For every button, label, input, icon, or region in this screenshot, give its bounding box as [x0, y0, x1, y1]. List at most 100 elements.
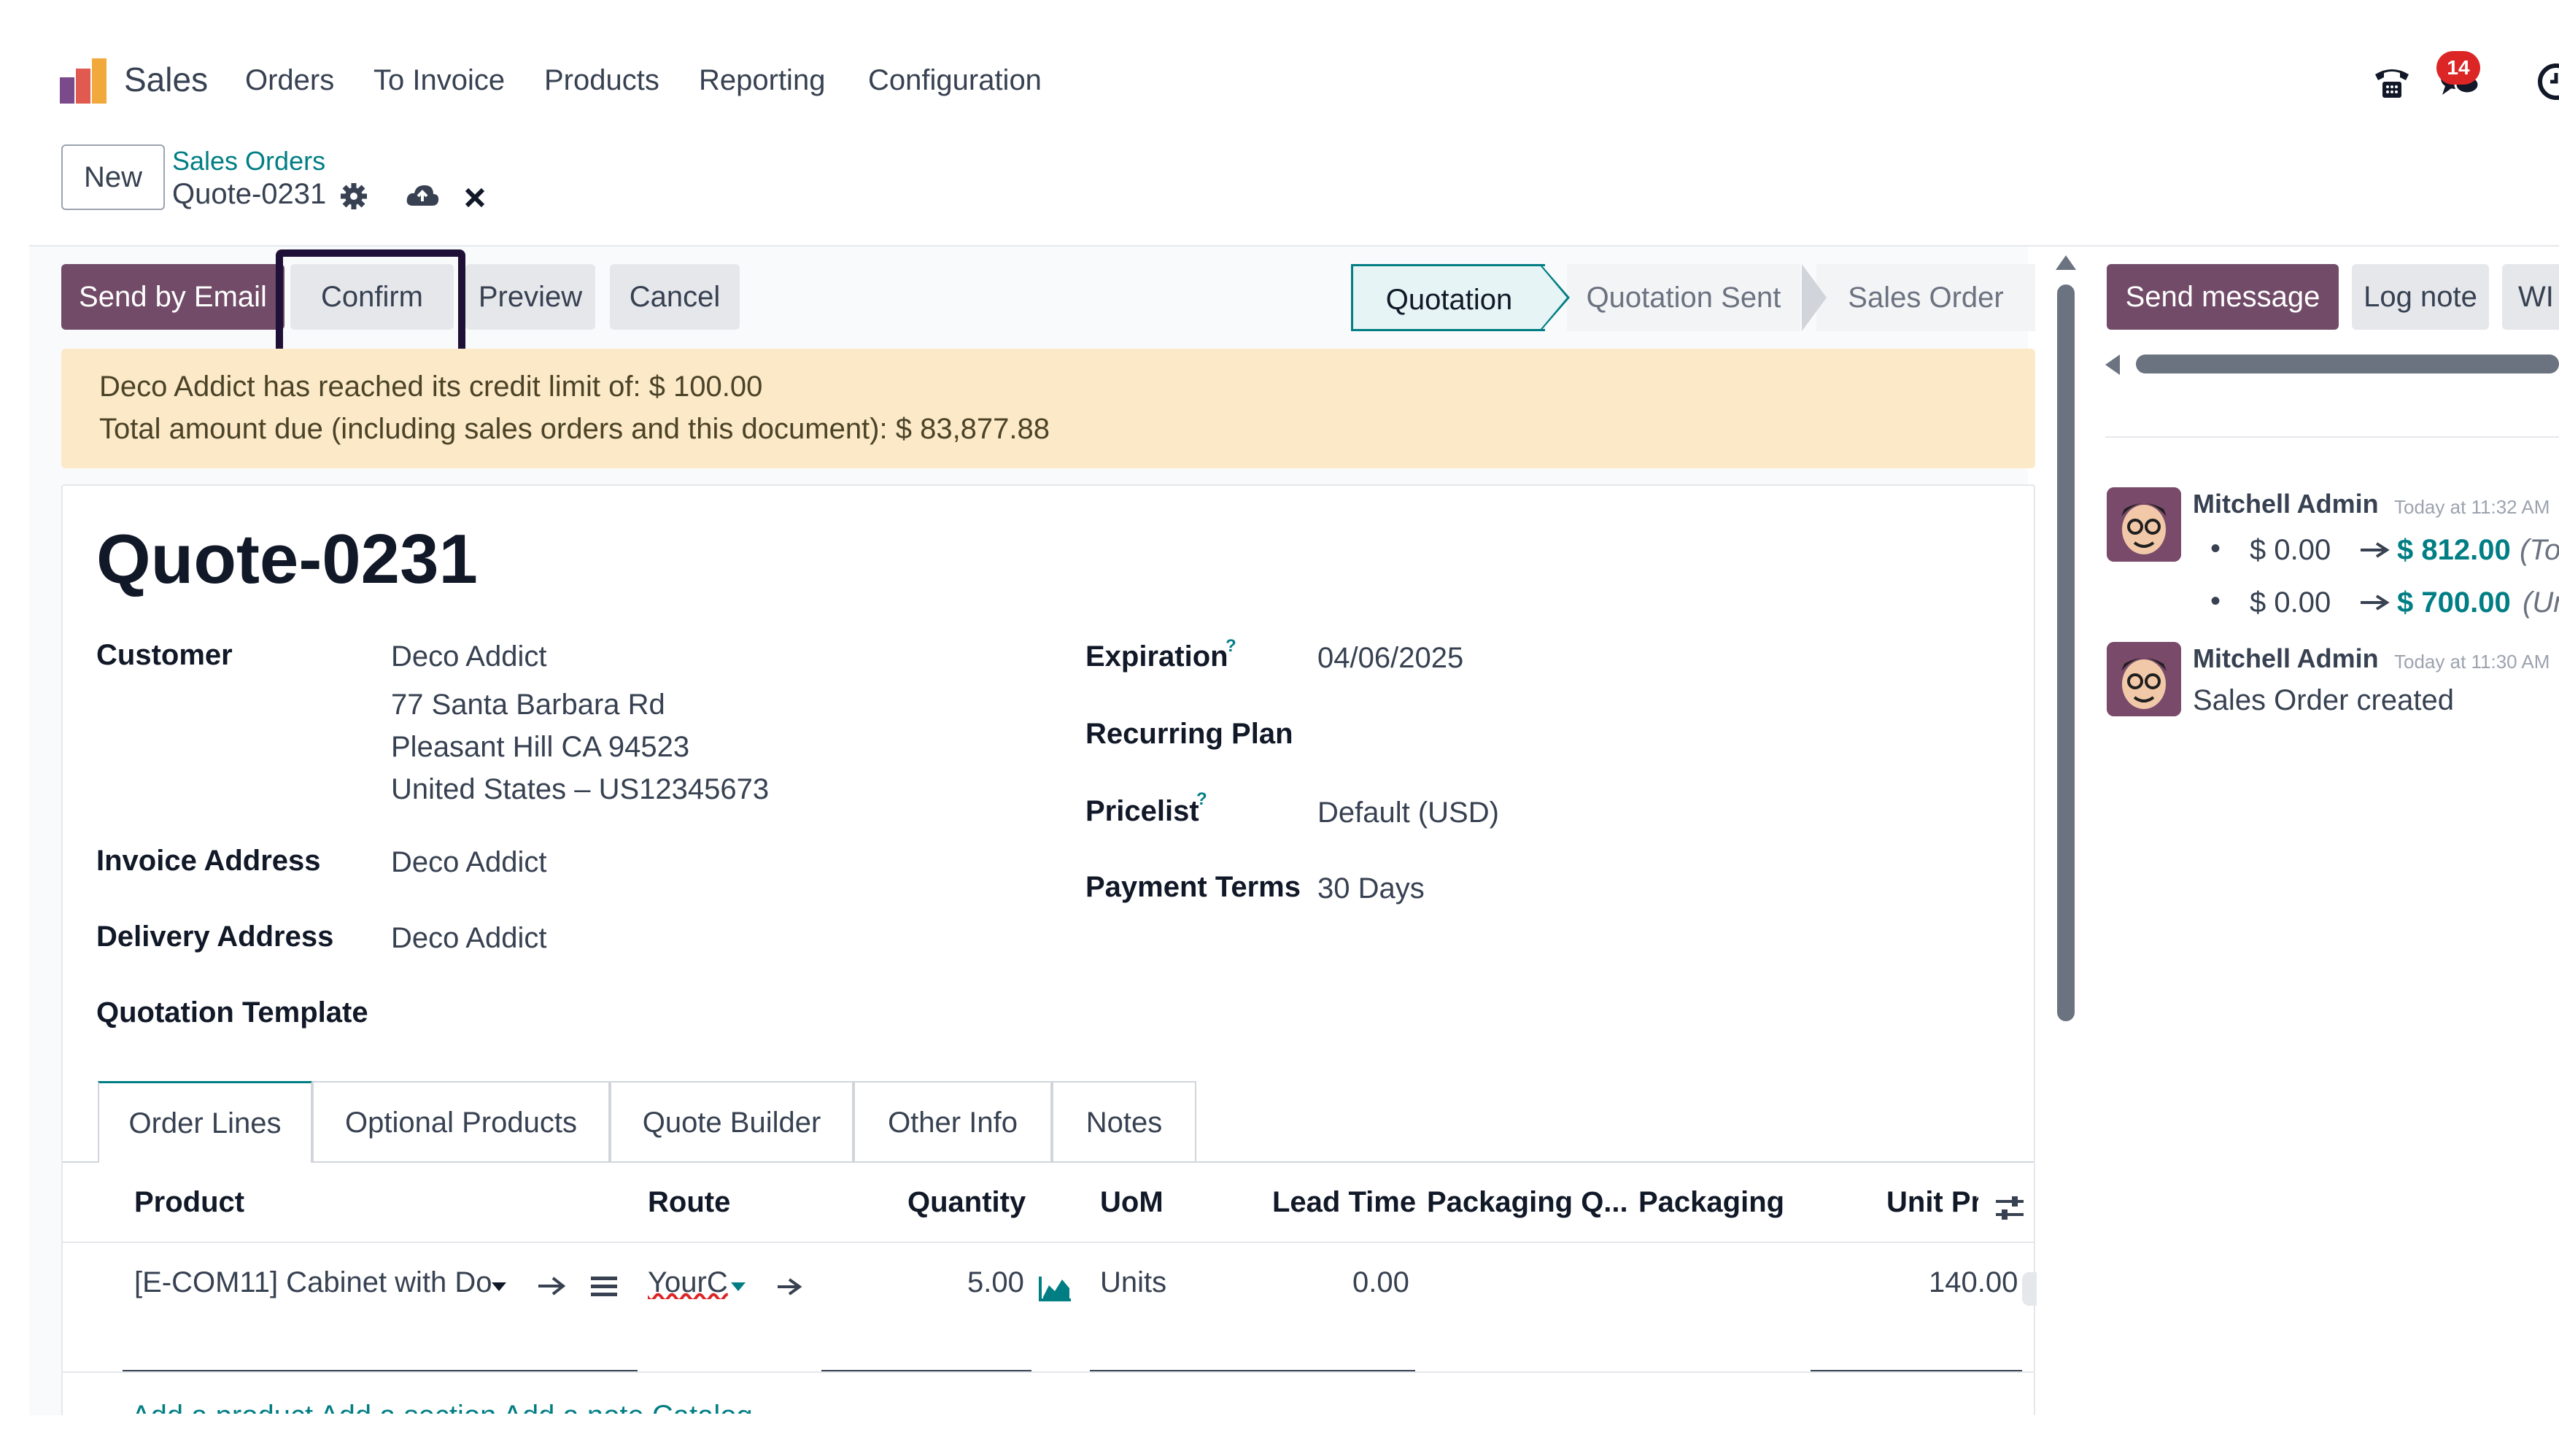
tab-optional-products[interactable]: Optional Products — [312, 1081, 610, 1161]
customer-field[interactable]: Deco Addict — [391, 640, 546, 673]
col-packaging-qty[interactable]: Packaging Q... — [1427, 1186, 1628, 1219]
tab-other-info[interactable]: Other Info — [853, 1081, 1052, 1161]
form-sheet — [61, 484, 2035, 1456]
product-configure-icon[interactable] — [591, 1275, 617, 1298]
product-open-arrow-icon[interactable] — [537, 1275, 566, 1297]
product-dropdown-icon[interactable] — [490, 1281, 508, 1293]
avatar-face-icon — [2107, 642, 2181, 716]
whatsapp-button[interactable]: WI — [2502, 264, 2559, 330]
pricelist-field[interactable]: Default (USD) — [1317, 797, 1499, 829]
status-quotation-sent[interactable]: Quotation Sent — [1567, 264, 1800, 331]
col-quantity[interactable]: Quantity — [907, 1186, 1026, 1219]
change-bullet: • — [2210, 585, 2221, 617]
product-cell[interactable]: [E-COM11] Cabinet with Do — [134, 1266, 503, 1299]
change-field-name: (Tota — [2520, 534, 2559, 566]
route-cell[interactable]: YourC — [648, 1266, 728, 1299]
change-bullet: • — [2210, 533, 2221, 565]
breadcrumb-sales-orders[interactable]: Sales Orders — [172, 146, 325, 177]
alert-line-2: Total amount due (including sales orders… — [99, 413, 1050, 445]
quotation-template-label: Quotation Template — [96, 996, 368, 1029]
message-time: Today at 11:32 AM — [2394, 496, 2550, 518]
alert-line-1: Deco Addict has reached its credit limit… — [99, 371, 763, 403]
menu-orders[interactable]: Orders — [245, 64, 334, 97]
route-dropdown-icon[interactable] — [729, 1281, 747, 1293]
col-route[interactable]: Route — [648, 1186, 730, 1219]
discard-icon[interactable] — [464, 187, 486, 209]
quantity-cell[interactable]: 5.00 — [967, 1266, 1024, 1299]
send-by-email-button[interactable]: Send by Email — [61, 264, 284, 330]
message-author[interactable]: Mitchell Admin — [2193, 643, 2379, 674]
tab-notes[interactable]: Notes — [1052, 1081, 1196, 1161]
recurring-plan-label: Recurring Plan — [1085, 718, 1293, 750]
uom-cell[interactable]: Units — [1100, 1266, 1166, 1299]
chatter-panel — [2092, 247, 2559, 1456]
status-sales-order[interactable]: Sales Order — [1816, 264, 2035, 331]
change-old-value: $ 0.00 — [2250, 534, 2331, 566]
table-row-divider — [63, 1371, 2034, 1373]
notification-badge: 14 — [2436, 51, 2480, 85]
col-packaging[interactable]: Packaging — [1638, 1186, 1784, 1219]
expiration-field[interactable]: 04/06/2025 — [1317, 642, 1463, 675]
menu-configuration[interactable]: Configuration — [868, 64, 1042, 97]
change-new-value: $ 700.00 — [2397, 586, 2511, 619]
tab-order-lines[interactable]: Order Lines — [98, 1081, 312, 1161]
avatar[interactable] — [2107, 487, 2181, 562]
app-name[interactable]: Sales — [124, 60, 208, 99]
menu-products[interactable]: Products — [544, 64, 659, 97]
avatar[interactable] — [2107, 642, 2181, 716]
page-title: Quote-0231 — [96, 520, 478, 598]
invoice-address-field[interactable]: Deco Addict — [391, 846, 546, 879]
column-settings-icon[interactable] — [1994, 1193, 2025, 1223]
change-old-value: $ 0.00 — [2250, 586, 2331, 619]
col-product[interactable]: Product — [134, 1186, 244, 1219]
vertical-scrollbar-thumb[interactable] — [2057, 284, 2075, 1021]
forecast-chart-icon[interactable] — [1039, 1275, 1072, 1301]
credit-limit-alert — [61, 349, 2035, 468]
col-lead-time[interactable]: Lead Time — [1272, 1186, 1416, 1219]
menu-reporting[interactable]: Reporting — [699, 64, 825, 97]
payment-terms-label: Payment Terms — [1085, 871, 1301, 903]
customer-label: Customer — [96, 639, 233, 671]
status-quotation[interactable]: Quotation — [1351, 264, 1545, 331]
row-discount-pill — [2022, 1272, 2037, 1306]
expiration-help[interactable]: ? — [1226, 636, 1236, 657]
gear-icon[interactable] — [340, 182, 368, 210]
chatter-divider — [2105, 436, 2559, 438]
chatter-scroll-left-arrow[interactable] — [2105, 355, 2120, 375]
cloud-save-icon[interactable] — [406, 182, 439, 209]
breadcrumb-current: Quote-0231 — [172, 178, 327, 210]
status-separator — [1802, 264, 1827, 331]
message-time: Today at 11:30 AM — [2394, 651, 2550, 673]
route-open-arrow-icon[interactable] — [776, 1277, 802, 1297]
add-line-links[interactable]: Add a product Add a section Add a note C… — [131, 1393, 753, 1414]
send-message-button[interactable]: Send message — [2107, 264, 2339, 330]
tab-quote-builder[interactable]: Quote Builder — [610, 1081, 853, 1161]
unit-price-cell[interactable]: 140.00 — [1929, 1266, 2018, 1299]
invoice-address-label: Invoice Address — [96, 845, 321, 877]
clock-icon[interactable] — [2534, 63, 2559, 101]
pricelist-help[interactable]: ? — [1196, 789, 1207, 810]
sales-app-logo-icon[interactable] — [60, 58, 108, 104]
preview-button[interactable]: Preview — [465, 264, 595, 330]
scroll-up-arrow[interactable] — [2056, 255, 2076, 270]
lead-time-cell[interactable]: 0.00 — [1352, 1266, 1409, 1299]
menu-to-invoice[interactable]: To Invoice — [373, 64, 505, 97]
chatter-horizontal-scrollbar[interactable] — [2136, 355, 2559, 373]
active-tab-gap — [99, 1160, 311, 1164]
payment-terms-field[interactable]: 30 Days — [1317, 872, 1425, 905]
phone-icon[interactable] — [2372, 64, 2412, 99]
status-active-arrow-fill — [1541, 266, 1567, 329]
table-header-divider — [63, 1242, 2034, 1243]
change-new-value: $ 812.00 — [2397, 534, 2511, 566]
col-uom[interactable]: UoM — [1100, 1186, 1164, 1219]
top-navbar: Sales Orders To Invoice Products Reporti… — [0, 0, 2559, 131]
col-unit-price[interactable]: Unit Pri — [1886, 1186, 1978, 1219]
delivery-address-field[interactable]: Deco Addict — [391, 922, 546, 955]
customer-address-line-3: United States – US12345673 — [391, 773, 770, 805]
log-note-button[interactable]: Log note — [2352, 264, 2489, 330]
cancel-button[interactable]: Cancel — [610, 264, 740, 330]
pricelist-label: Pricelist — [1085, 795, 1199, 827]
message-author[interactable]: Mitchell Admin — [2193, 489, 2379, 519]
avatar-face-icon — [2107, 487, 2181, 562]
new-button[interactable]: New — [61, 144, 165, 210]
